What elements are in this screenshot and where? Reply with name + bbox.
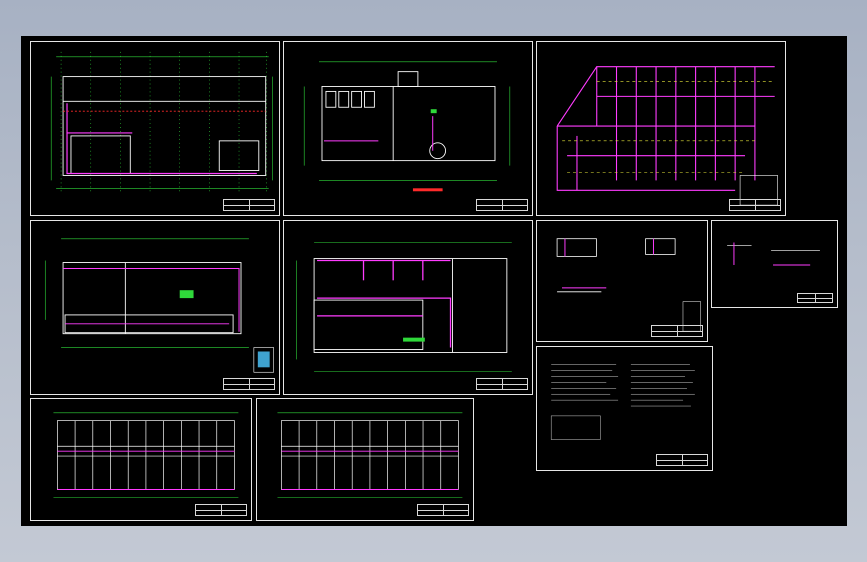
drawing-sheet[interactable]: [536, 346, 713, 471]
sheet-notes-drawing: [550, 364, 695, 440]
drawing-canvas[interactable]: [21, 36, 847, 526]
sheet-plan-drawing: [295, 242, 512, 372]
drawing-sheet[interactable]: [256, 398, 474, 521]
title-block: [195, 504, 247, 516]
sheet-dorm-plan-drawing: [53, 412, 239, 498]
drawing-sheet[interactable]: [711, 220, 838, 308]
sheet-isometric-drawing: [556, 66, 778, 206]
title-block: [223, 378, 275, 390]
sheet-detail-drawing: [556, 238, 701, 332]
sheet-plan-drawing: [44, 238, 274, 373]
sheet-plan-drawing: [303, 61, 511, 192]
title-block: [656, 454, 708, 466]
drawing-sheet[interactable]: [30, 220, 280, 395]
drawing-sheet[interactable]: [536, 41, 786, 216]
title-block: [476, 378, 528, 390]
title-block: [729, 199, 781, 211]
title-block: [651, 325, 703, 337]
title-block: [223, 199, 275, 211]
drawing-sheet[interactable]: [536, 220, 708, 342]
drawing-sheet[interactable]: [30, 398, 252, 521]
drawing-sheet[interactable]: [283, 41, 533, 216]
sheet-plan-drawing: [50, 51, 273, 193]
title-block: [476, 199, 528, 211]
title-block: [417, 504, 469, 516]
drawing-sheet[interactable]: [30, 41, 280, 216]
title-block: [797, 293, 833, 303]
sheet-dorm-plan-drawing: [277, 412, 463, 498]
drawing-sheet[interactable]: [283, 220, 533, 395]
